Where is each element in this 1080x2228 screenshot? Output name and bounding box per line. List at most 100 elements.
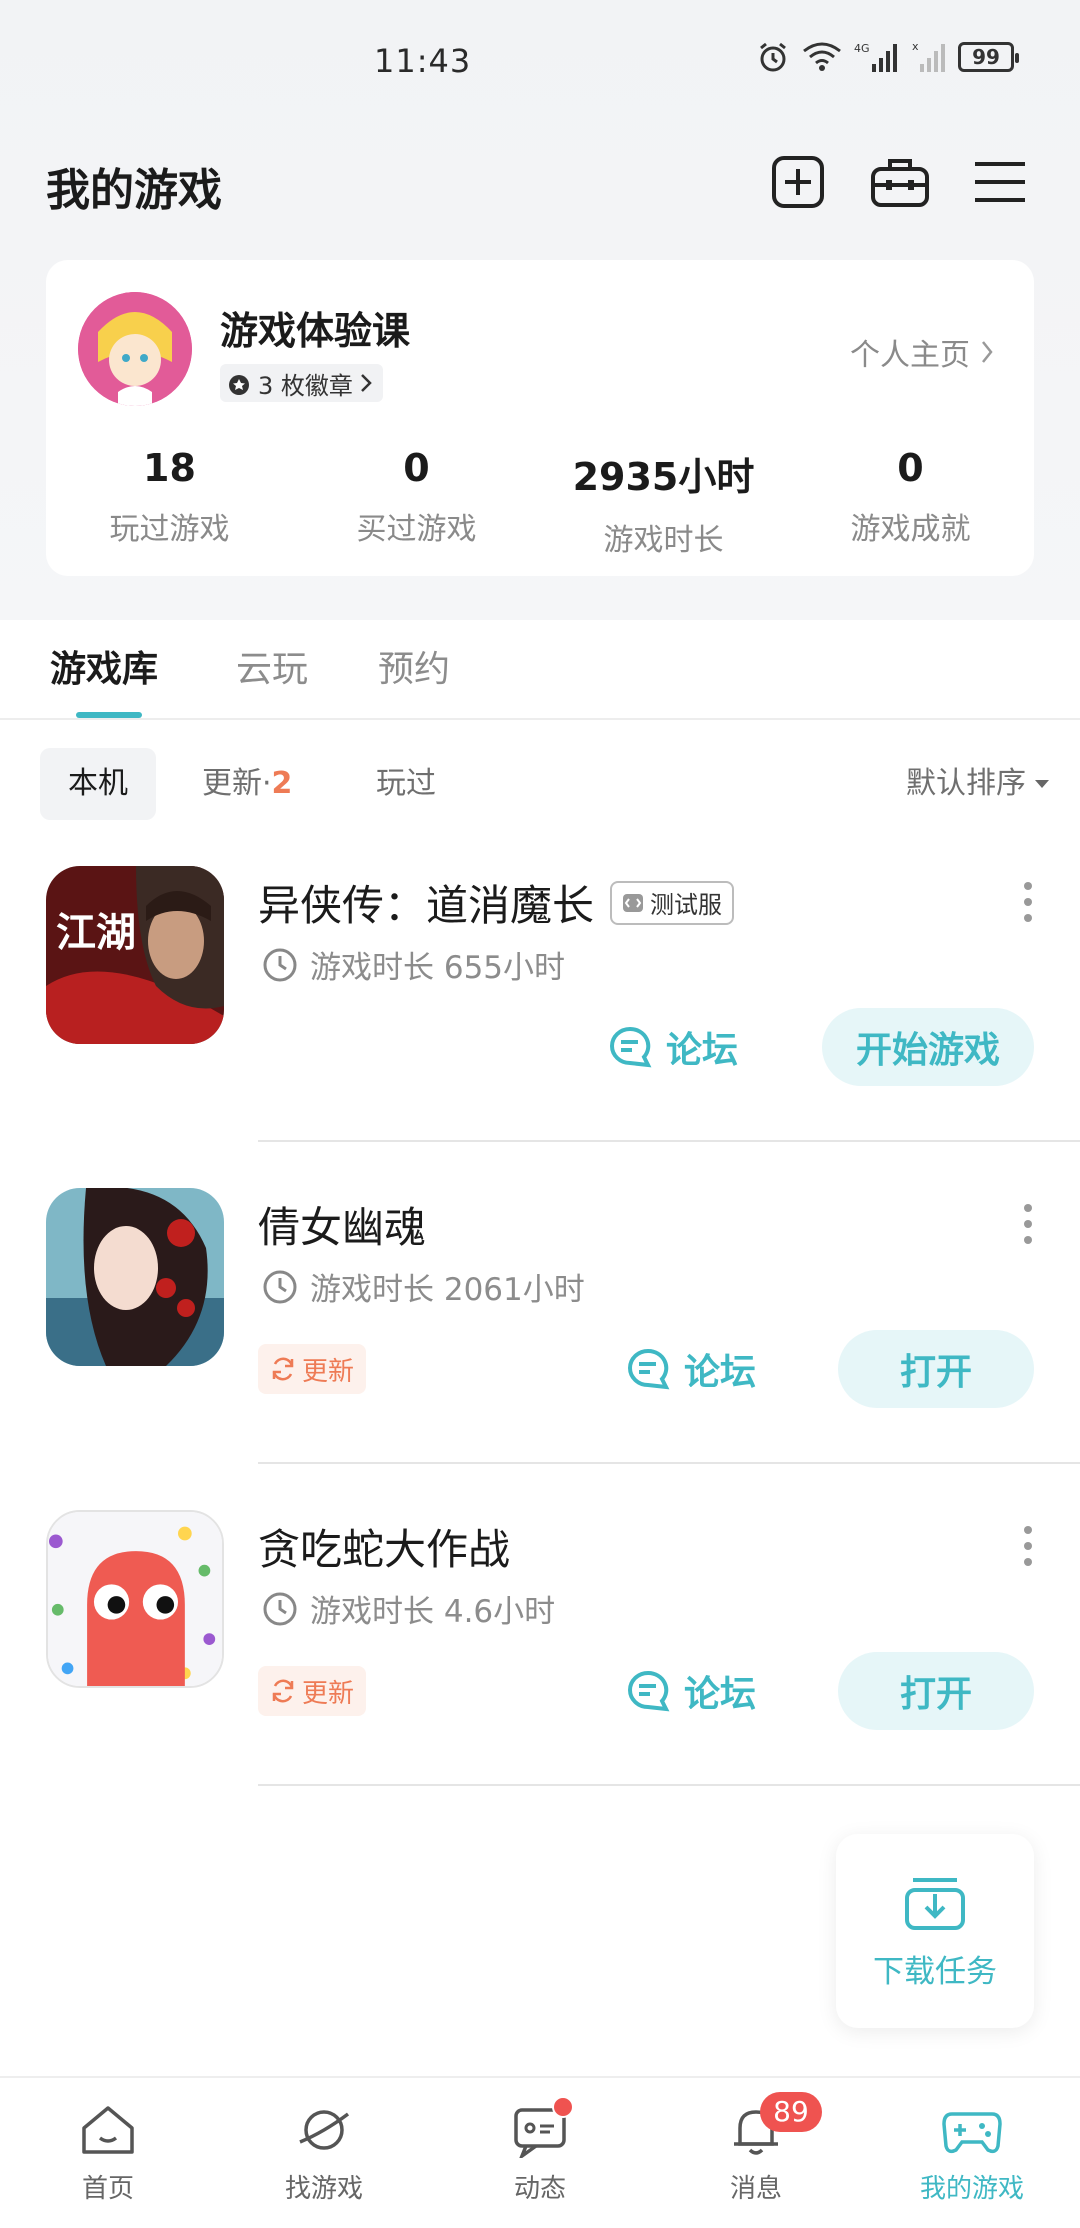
status-icons: 4G x 99 <box>756 40 1019 74</box>
refresh-icon <box>272 1679 294 1703</box>
badge-count-label: 3 枚徽章 <box>258 371 353 400</box>
stat-bought-games[interactable]: 0 买过游戏 <box>293 446 540 559</box>
stat-played-games[interactable]: 18 玩过游戏 <box>46 446 293 559</box>
profile-card[interactable]: 游戏体验课 3 枚徽章 个人主页 18 玩过游戏 0 买过游戏 2935小时 游… <box>46 260 1034 576</box>
forum-icon <box>628 1348 670 1390</box>
game-item[interactable]: 江湖 异侠传：道消魔长 测试服 游戏时长 655小时 论坛 开始游戏 <box>0 866 1080 1186</box>
header: 我的游戏 <box>0 140 1080 220</box>
download-tasks-button[interactable]: 下载任务 <box>836 1834 1034 2028</box>
nav-my-games[interactable]: 我的游戏 <box>864 2078 1080 2228</box>
game-art-jianghu: 江湖 <box>46 866 224 1044</box>
open-game-button[interactable]: 打开 <box>838 1330 1034 1408</box>
stat-value: 18 <box>143 446 196 490</box>
nav-label: 我的游戏 <box>919 2174 1024 2204</box>
filter-update-count: 2 <box>271 766 293 801</box>
clock-icon <box>263 1270 297 1303</box>
tab-reservation[interactable]: 预约 <box>378 640 450 692</box>
forum-label: 论坛 <box>684 1352 757 1393</box>
nav-find-games[interactable]: 找游戏 <box>216 2078 432 2228</box>
home-icon <box>82 2106 134 2154</box>
stat-achievements[interactable]: 0 游戏成就 <box>787 446 1034 559</box>
divider <box>258 1140 1080 1142</box>
status-bar: 11:43 4G x 99 <box>0 0 1080 120</box>
clock-icon <box>263 1592 297 1625</box>
code-icon <box>623 893 644 912</box>
page-title: 我的游戏 <box>46 165 222 216</box>
nav-activity[interactable]: 动态 <box>432 2078 648 2228</box>
bottom-nav: 首页 找游戏 动态 89 消息 我的游戏 <box>0 2076 1080 2228</box>
test-server-tag: 测试服 <box>610 880 735 925</box>
menu-button[interactable] <box>970 152 1030 212</box>
svg-text:4G: 4G <box>854 42 870 55</box>
profile-home-link[interactable]: 个人主页 <box>850 330 994 374</box>
game-item[interactable]: 贪吃蛇大作战 游戏时长 4.6小时 更新 论坛 打开 <box>0 1510 1080 1830</box>
game-icon[interactable]: 江湖 <box>46 866 224 1044</box>
start-game-button[interactable]: 开始游戏 <box>822 1008 1034 1086</box>
nav-label: 首页 <box>81 2174 134 2204</box>
nav-label: 消息 <box>729 2174 782 2204</box>
nav-home[interactable]: 首页 <box>0 2078 216 2228</box>
refresh-icon <box>272 1357 294 1381</box>
stat-label: 买过游戏 <box>356 512 477 547</box>
badge-chip[interactable]: 3 枚徽章 <box>220 364 383 402</box>
tab-bar: 游戏库 云玩 预约 <box>0 620 1080 720</box>
open-game-button[interactable]: 打开 <box>838 1652 1034 1730</box>
filter-local[interactable]: 本机 <box>40 748 156 820</box>
sort-label: 默认排序 <box>906 766 1026 801</box>
avatar[interactable] <box>78 292 192 406</box>
status-time: 11:43 <box>374 42 472 80</box>
playtime: 游戏时长 655小时 <box>262 942 565 987</box>
chevron-right-icon <box>982 341 993 363</box>
stat-value: 0 <box>897 446 924 490</box>
forum-label: 论坛 <box>666 1030 739 1071</box>
forum-button[interactable]: 论坛 <box>626 1652 756 1730</box>
stat-play-time[interactable]: 2935小时 游戏时长 <box>540 446 787 559</box>
profile-home-label: 个人主页 <box>850 338 970 373</box>
chevron-right-icon <box>361 374 372 392</box>
clock-icon <box>263 948 297 981</box>
add-game-button[interactable] <box>768 152 828 212</box>
caret-down-icon <box>1035 780 1049 788</box>
filter-update-label: 更新· <box>202 766 272 801</box>
playtime: 游戏时长 2061小时 <box>262 1264 585 1309</box>
toolbox-icon <box>871 159 929 207</box>
message-count-badge: 89 <box>760 2092 822 2132</box>
more-options-button[interactable] <box>1022 1526 1034 1566</box>
stat-label: 游戏成就 <box>850 512 971 547</box>
playtime-label: 游戏时长 2061小时 <box>310 1272 585 1308</box>
playtime-label: 游戏时长 4.6小时 <box>310 1594 556 1630</box>
divider <box>258 1462 1080 1464</box>
sort-dropdown[interactable]: 默认排序 <box>906 748 1050 820</box>
profile-stats: 18 玩过游戏 0 买过游戏 2935小时 游戏时长 0 游戏成就 <box>46 446 1034 559</box>
tab-cloud-play[interactable]: 云玩 <box>236 640 308 692</box>
signal-4g-icon: 4G <box>854 42 897 72</box>
game-name-row: 贪吃蛇大作战 <box>258 1516 510 1577</box>
game-name: 倩女幽魂 <box>258 1203 427 1252</box>
more-options-button[interactable] <box>1022 882 1034 922</box>
battery-icon: 99 <box>958 42 1019 72</box>
stat-value: 0 <box>403 446 430 490</box>
forum-label: 论坛 <box>684 1674 757 1715</box>
stat-label: 玩过游戏 <box>109 512 230 547</box>
filter-played[interactable]: 玩过 <box>376 748 436 820</box>
stat-label: 游戏时长 <box>603 523 724 558</box>
forum-button[interactable]: 论坛 <box>626 1330 756 1408</box>
signal-no-sim-icon: x <box>912 40 945 72</box>
tab-game-library[interactable]: 游戏库 <box>50 640 158 692</box>
game-art-qiannv <box>46 1188 224 1366</box>
forum-button[interactable]: 论坛 <box>608 1008 738 1086</box>
playtime-label: 游戏时长 655小时 <box>310 950 566 986</box>
game-icon[interactable] <box>46 1188 224 1366</box>
game-name-row: 倩女幽魂 <box>258 1194 426 1255</box>
divider <box>258 1784 1080 1786</box>
wifi-icon <box>803 42 841 71</box>
filter-update[interactable]: 更新·2 <box>202 748 292 820</box>
game-item[interactable]: 倩女幽魂 游戏时长 2061小时 更新 论坛 打开 <box>0 1188 1080 1508</box>
toolbox-button[interactable] <box>870 152 930 212</box>
nav-messages[interactable]: 89 消息 <box>648 2078 864 2228</box>
forum-icon <box>610 1026 652 1068</box>
game-icon[interactable] <box>46 1510 224 1688</box>
download-tray-icon <box>905 1877 965 1930</box>
game-art-snake <box>48 1512 222 1686</box>
more-options-button[interactable] <box>1022 1204 1034 1244</box>
